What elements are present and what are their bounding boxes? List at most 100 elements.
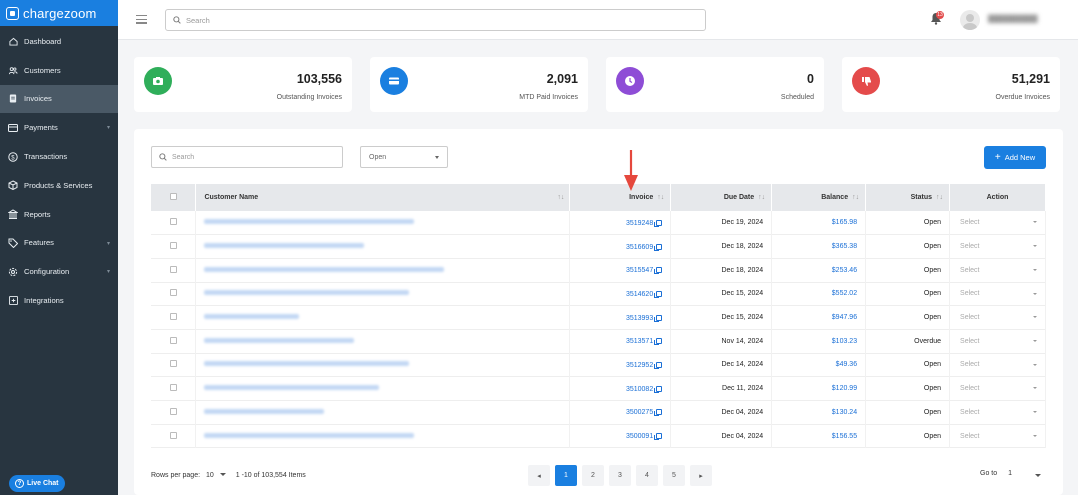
balance-link[interactable]: $103.23 [832, 338, 857, 345]
row-checkbox[interactable] [169, 384, 177, 392]
copy-icon[interactable] [654, 433, 663, 441]
customer-name-cell[interactable] [195, 258, 571, 283]
goto-page-select[interactable]: 1 [1008, 470, 1012, 477]
header-invoice[interactable]: Invoice ↑↓ [569, 184, 672, 211]
user-menu[interactable]: ██████████ [988, 16, 1038, 23]
row-checkbox[interactable] [169, 336, 177, 344]
copy-icon[interactable] [654, 409, 663, 417]
customer-name-redacted[interactable] [204, 219, 415, 225]
row-checkbox[interactable] [169, 242, 177, 250]
balance-link[interactable]: $253.46 [832, 267, 857, 274]
sidebar-item-transactions[interactable]: $ Transactions [0, 142, 118, 171]
page-button[interactable]: 3 [609, 465, 631, 486]
balance-link[interactable]: $156.55 [832, 433, 857, 440]
balance-link[interactable]: $130.24 [832, 409, 857, 416]
customer-name-cell[interactable] [195, 211, 571, 235]
customer-name-redacted[interactable] [204, 361, 410, 367]
customer-name-redacted[interactable] [204, 266, 445, 272]
page-button[interactable]: 1 [555, 465, 577, 486]
table-row[interactable]: 3515547 Dec 18, 2024 $253.46 Open Select [151, 258, 1046, 283]
page-button[interactable]: 4 [636, 465, 658, 486]
table-row[interactable]: 3519248 Dec 19, 2024 $165.98 Open Select [151, 211, 1046, 235]
app-logo[interactable]: chargezoom [0, 0, 118, 26]
balance-link[interactable]: $49.36 [836, 361, 857, 368]
customer-name-cell[interactable] [195, 424, 571, 448]
table-row[interactable]: 3513993 Dec 15, 2024 $947.96 Open Select [151, 305, 1046, 330]
sidebar-item-reports[interactable]: Reports [0, 200, 118, 229]
copy-icon[interactable] [654, 338, 663, 346]
copy-icon[interactable] [654, 290, 663, 298]
action-select[interactable]: Select [949, 376, 1046, 401]
action-select[interactable]: Select [949, 211, 1046, 235]
next-page-button[interactable]: ▸ [690, 465, 712, 486]
row-checkbox[interactable] [169, 289, 177, 297]
sort-icon[interactable]: ↑↓ [852, 194, 859, 201]
balance-link[interactable]: $165.98 [832, 219, 857, 226]
table-row[interactable]: 3512952 Dec 14, 2024 $49.36 Open Select [151, 353, 1046, 377]
action-select[interactable]: Select [949, 400, 1046, 425]
table-row[interactable]: 3500275 Dec 04, 2024 $130.24 Open Select [151, 400, 1046, 425]
copy-icon[interactable] [654, 385, 663, 393]
customer-name-cell[interactable] [195, 282, 571, 306]
balance-link[interactable]: $552.02 [832, 290, 857, 297]
sidebar-item-configuration[interactable]: Configuration ▾ [0, 257, 118, 286]
customer-name-redacted[interactable] [204, 243, 365, 249]
header-customer-name[interactable]: Customer Name ↑↓ [195, 184, 571, 211]
table-row[interactable]: 3500091 Dec 04, 2024 $156.55 Open Select [151, 424, 1046, 448]
page-button[interactable]: 2 [582, 465, 604, 486]
sort-icon[interactable]: ↑↓ [557, 194, 564, 201]
invoice-link[interactable]: 3500091 [626, 433, 653, 440]
action-select[interactable]: Select [949, 282, 1046, 306]
copy-icon[interactable] [654, 361, 663, 369]
row-checkbox[interactable] [169, 431, 177, 439]
copy-icon[interactable] [654, 219, 663, 227]
table-row[interactable]: 3516609 Dec 18, 2024 $365.38 Open Select [151, 234, 1046, 259]
customer-name-cell[interactable] [195, 353, 571, 377]
copy-icon[interactable] [654, 314, 663, 322]
action-select[interactable]: Select [949, 234, 1046, 259]
page-button[interactable]: 5 [663, 465, 685, 486]
action-select[interactable]: Select [949, 353, 1046, 377]
customer-name-redacted[interactable] [204, 314, 300, 320]
copy-icon[interactable] [654, 267, 663, 275]
customer-name-redacted[interactable] [204, 385, 380, 391]
customer-name-cell[interactable] [195, 376, 571, 401]
caret-down-icon[interactable] [1035, 474, 1041, 477]
customer-name-cell[interactable] [195, 305, 571, 330]
header-due-date[interactable]: Due Date ↑↓ [670, 184, 773, 211]
invoice-link[interactable]: 3519248 [626, 220, 653, 227]
invoice-link[interactable]: 3512952 [626, 362, 653, 369]
table-row[interactable]: 3513571 Nov 14, 2024 $103.23 Overdue Select [151, 329, 1046, 354]
customer-name-redacted[interactable] [204, 337, 355, 343]
rows-per-page-select[interactable]: 10 [206, 472, 214, 479]
status-filter-select[interactable]: Open [360, 146, 448, 168]
invoice-link[interactable]: 3513571 [626, 338, 653, 345]
row-checkbox[interactable] [169, 218, 177, 226]
action-select[interactable]: Select [949, 424, 1046, 448]
row-checkbox[interactable] [169, 360, 177, 368]
customer-name-cell[interactable] [195, 400, 571, 425]
header-balance[interactable]: Balance ↑↓ [771, 184, 867, 211]
sort-icon[interactable]: ↑↓ [936, 194, 943, 201]
sidebar-item-products[interactable]: Products & Services [0, 171, 118, 200]
select-all-checkbox[interactable] [151, 184, 197, 211]
invoice-link[interactable]: 3510082 [626, 386, 653, 393]
row-checkbox[interactable] [169, 265, 177, 273]
caret-down-icon[interactable] [219, 473, 226, 476]
checkbox[interactable] [169, 193, 177, 200]
invoice-link[interactable]: 3515547 [626, 267, 653, 274]
balance-link[interactable]: $365.38 [832, 243, 857, 250]
row-checkbox[interactable] [169, 313, 177, 321]
table-row[interactable]: 3510082 Dec 11, 2024 $120.99 Open Select [151, 376, 1046, 401]
action-select[interactable]: Select [949, 305, 1046, 330]
invoice-link[interactable]: 3500275 [626, 409, 653, 416]
sidebar-item-payments[interactable]: Payments ▾ [0, 113, 118, 142]
sort-icon[interactable]: ↑↓ [657, 194, 664, 201]
customer-name-cell[interactable] [195, 234, 571, 259]
sidebar-item-features[interactable]: Features ▾ [0, 229, 118, 258]
sidebar-item-integrations[interactable]: Integrations [0, 286, 118, 315]
invoice-link[interactable]: 3514620 [626, 291, 653, 298]
balance-link[interactable]: $120.99 [832, 385, 857, 392]
live-chat-button[interactable]: ? Live Chat [9, 475, 65, 492]
invoice-link[interactable]: 3516609 [626, 244, 653, 251]
